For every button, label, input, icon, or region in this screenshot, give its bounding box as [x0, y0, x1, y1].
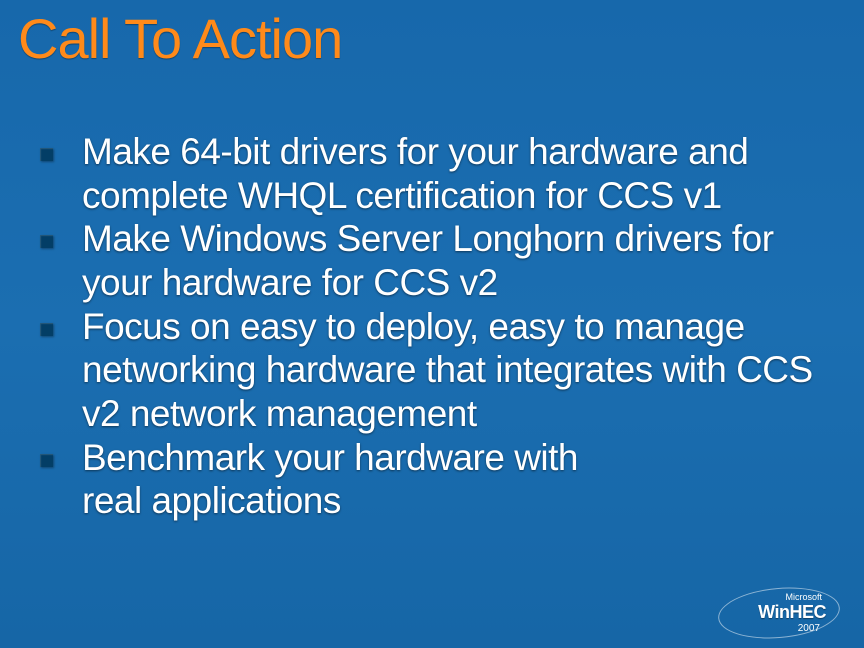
slide-title: Call To Action	[18, 10, 342, 69]
winhec-logo: Microsoft WinHEC 2007	[704, 580, 844, 640]
logo-year: 2007	[798, 623, 820, 634]
list-item: Make Windows Server Longhorn drivers for…	[38, 217, 814, 304]
list-item: Make 64-bit drivers for your hardware an…	[38, 130, 814, 217]
bullet-list: Make 64-bit drivers for your hardware an…	[38, 130, 814, 523]
content-area: Make 64-bit drivers for your hardware an…	[38, 130, 814, 523]
slide: Call To Action Make 64-bit drivers for y…	[0, 0, 864, 648]
logo-vendor: Microsoft	[785, 592, 822, 602]
list-item: Benchmark your hardware with real applic…	[38, 436, 814, 523]
logo-main: WinHEC	[758, 602, 826, 623]
list-item: Focus on easy to deploy, easy to manage …	[38, 305, 814, 436]
